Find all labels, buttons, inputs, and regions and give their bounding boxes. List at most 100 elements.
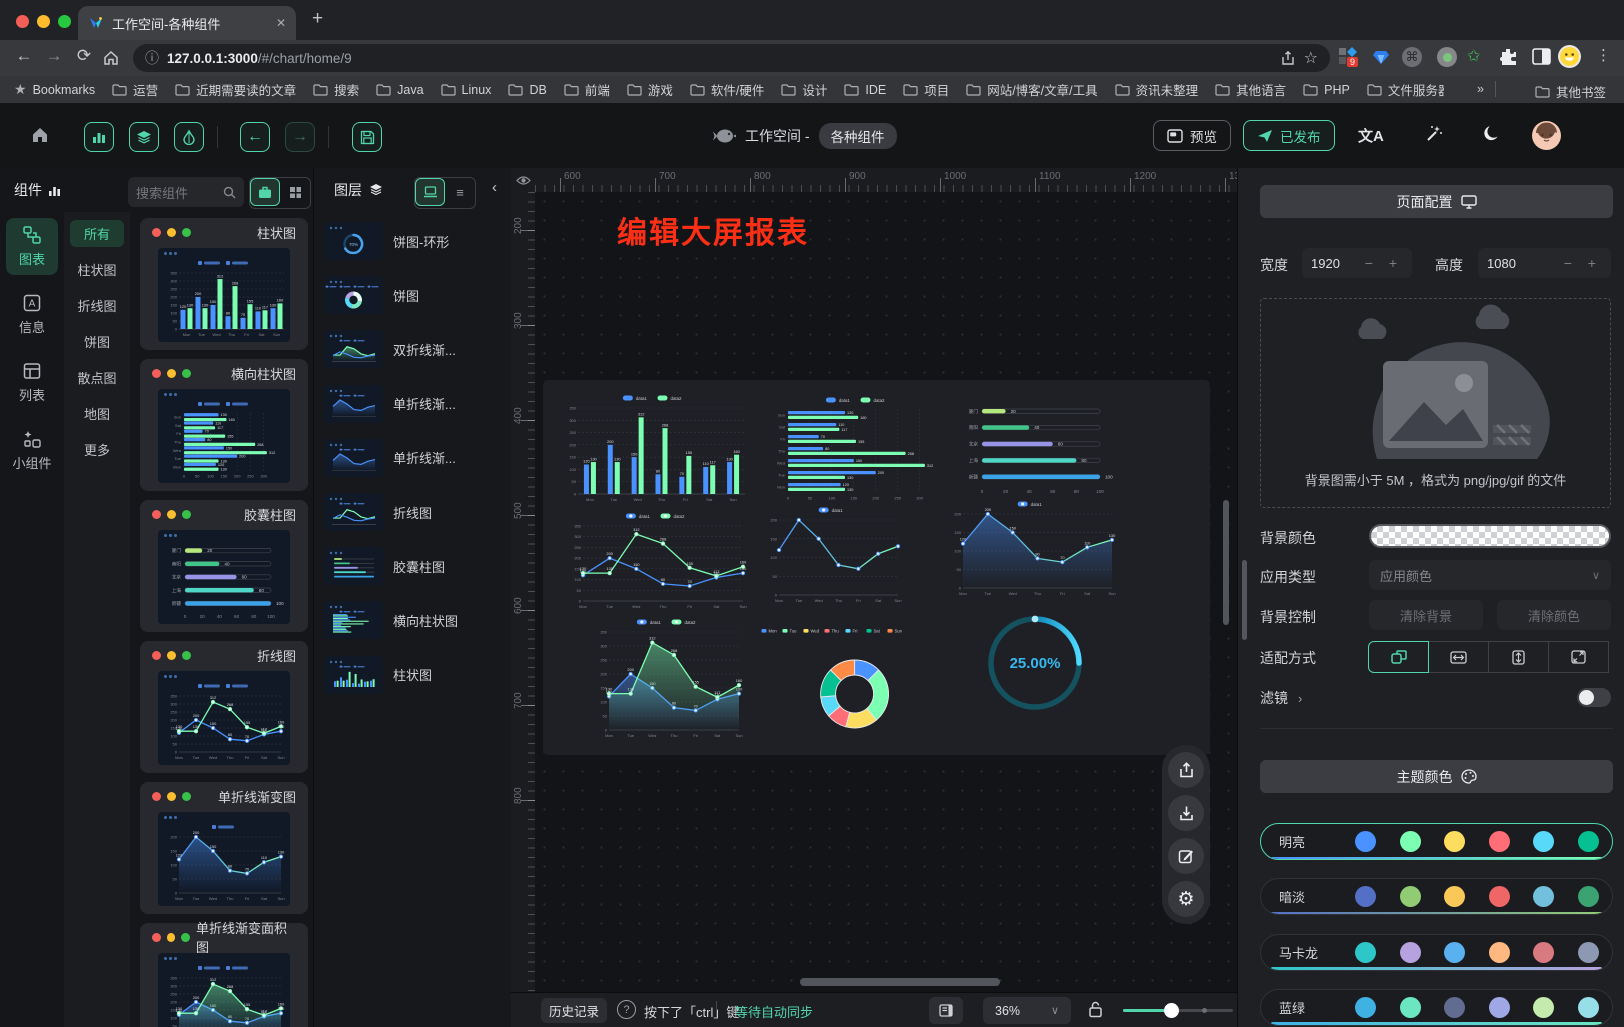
- forward-icon[interactable]: →: [42, 46, 66, 66]
- theme-row-马卡龙[interactable]: 马卡龙: [1260, 934, 1613, 971]
- page-config-header[interactable]: 页面配置: [1260, 185, 1613, 218]
- horizontal-scrollbar[interactable]: [800, 978, 1000, 986]
- progress-ring-chart[interactable]: 25.00%: [980, 608, 1090, 718]
- dual-line-chart[interactable]: data1data2050100150200250300350MonTueWed…: [563, 510, 751, 613]
- bar-chart[interactable]: data1data2050100150200250300350Mon120130…: [558, 392, 750, 506]
- bookmark-folder[interactable]: 运营: [112, 80, 158, 99]
- edit-button[interactable]: [1168, 838, 1204, 874]
- bookmark-star-icon[interactable]: ☆: [1304, 48, 1318, 68]
- extension-gem-icon[interactable]: [1372, 48, 1390, 66]
- bookmark-folder[interactable]: DB: [508, 83, 546, 97]
- bookmarks-overflow-icon[interactable]: »: [1477, 82, 1484, 96]
- theme-row-暗淡[interactable]: 暗淡: [1260, 878, 1613, 915]
- fit-width-button[interactable]: [1428, 641, 1489, 673]
- dark-mode-moon-icon[interactable]: [1482, 124, 1502, 144]
- fit-scale-button[interactable]: [1368, 641, 1429, 673]
- component-card-胶囊柱图[interactable]: 胶囊柱图厦门20南阳40北京60上海80新疆100020406080100: [140, 500, 308, 632]
- settings-button[interactable]: ⚙: [1168, 881, 1204, 917]
- layer-item-饼图[interactable]: 饼图: [324, 272, 502, 318]
- ruler-corner[interactable]: [511, 168, 535, 192]
- sidebar-item-列表[interactable]: 列表: [6, 354, 58, 411]
- undo-button[interactable]: ←: [240, 122, 270, 152]
- drawer-button[interactable]: [929, 997, 963, 1024]
- gradient-line-chart[interactable]: data1050100150200MonTueWedThuFriSatSun12…: [943, 498, 1120, 600]
- bookmark-folder[interactable]: 网站/博客/文章/工具: [966, 80, 1097, 99]
- browser-menu-icon[interactable]: ⋮: [1596, 46, 1611, 64]
- height-stepper[interactable]: − +: [1564, 255, 1602, 271]
- vertical-scrollbar[interactable]: [1223, 500, 1229, 625]
- clear-background-button[interactable]: 清除背景: [1369, 600, 1483, 630]
- theme-row-蓝绿[interactable]: 蓝绿: [1260, 989, 1613, 1026]
- component-card-柱状图[interactable]: 柱状图050100150200250300350Mon120130Tue2001…: [140, 218, 308, 350]
- bookmark-folder[interactable]: 文件服务器: [1367, 80, 1444, 99]
- category-散点图[interactable]: 散点图: [70, 364, 124, 391]
- layers-panel-toggle-button[interactable]: [129, 122, 159, 152]
- layer-item-柱状图[interactable]: 柱状图: [324, 652, 502, 698]
- detail-panel-toggle-button[interactable]: [174, 122, 204, 152]
- profile-avatar[interactable]: [1558, 45, 1581, 68]
- component-card-横向柱状图[interactable]: 横向柱状图050100150200250300Sun130160Sat11011…: [140, 359, 308, 491]
- bg-color-swatch[interactable]: [1369, 524, 1611, 548]
- tab-close-icon[interactable]: ✕: [276, 16, 286, 30]
- panel-scrollbar[interactable]: [1242, 560, 1247, 640]
- horizontal-bar-chart[interactable]: data1data2050100150200250300Sun130160Sat…: [763, 394, 951, 504]
- category-折线图[interactable]: 折线图: [70, 292, 124, 319]
- layer-item-折线图[interactable]: 折线图: [324, 489, 502, 535]
- fit-stretch-button[interactable]: [1548, 641, 1609, 673]
- bookmark-folder[interactable]: 游戏: [627, 80, 673, 99]
- bookmark-folder[interactable]: Java: [376, 83, 423, 97]
- extension-dot-icon[interactable]: [1437, 47, 1457, 67]
- address-bar[interactable]: ⓘ 127.0.0.1:3000/#/chart/home/9 ☆: [133, 44, 1330, 72]
- height-input[interactable]: 1080 − +: [1478, 248, 1611, 278]
- export-button[interactable]: [1168, 752, 1204, 788]
- site-info-icon[interactable]: ⓘ: [145, 48, 159, 68]
- single-line-chart[interactable]: data1050100150200MonTueWedThuFriSatSun: [759, 504, 906, 607]
- category-所有[interactable]: 所有: [70, 220, 124, 247]
- capsule-bar-chart[interactable]: 厦门20南阳40北京60上海80新疆100020406080100: [956, 398, 1118, 498]
- preview-button[interactable]: 预览: [1153, 120, 1231, 151]
- import-button[interactable]: [1168, 795, 1204, 831]
- dashboard-selection[interactable]: data1data2050100150200250300350Mon120130…: [543, 380, 1210, 755]
- redo-button[interactable]: →: [285, 122, 315, 152]
- bookmark-folder[interactable]: 软件/硬件: [690, 80, 764, 99]
- back-icon[interactable]: ←: [12, 46, 36, 66]
- reload-icon[interactable]: ⟳: [72, 46, 96, 66]
- sidebar-item-信息[interactable]: A信息: [6, 286, 58, 343]
- bookmark-folder[interactable]: 前端: [564, 80, 610, 99]
- fit-height-button[interactable]: [1488, 641, 1549, 673]
- bookmark-folder[interactable]: Linux: [441, 83, 492, 97]
- donut-pie-chart[interactable]: MonTueWedThuFriSatSun: [695, 622, 975, 752]
- width-input[interactable]: 1920 − +: [1302, 248, 1412, 278]
- canvas-grid[interactable]: 编辑大屏报表 data1data2050100150200250300350Mo…: [535, 192, 1237, 1027]
- sidebar-item-小组件[interactable]: 小组件: [6, 422, 58, 479]
- collapse-panel-icon[interactable]: ‹: [492, 179, 497, 196]
- clear-color-button[interactable]: 清除颜色: [1497, 600, 1611, 630]
- layer-item-单折线渐...[interactable]: 单折线渐...: [324, 435, 502, 481]
- bookmark-folder[interactable]: PHP: [1303, 83, 1350, 97]
- width-stepper[interactable]: − +: [1365, 255, 1403, 271]
- theme-row-明亮[interactable]: 明亮: [1260, 823, 1613, 860]
- layer-item-横向柱状图[interactable]: 横向柱状图: [324, 597, 502, 643]
- magic-wand-icon[interactable]: [1424, 124, 1444, 144]
- sidebar-toggle-icon[interactable]: [1532, 47, 1551, 66]
- category-饼图[interactable]: 饼图: [70, 328, 124, 355]
- macos-minimize-icon[interactable]: [37, 15, 50, 28]
- theme-color-header[interactable]: 主题颜色: [1260, 760, 1613, 793]
- bookmark-folder[interactable]: 近期需要读的文章: [175, 80, 296, 99]
- save-button[interactable]: [352, 122, 382, 152]
- layers-list-view-button[interactable]: ≡: [445, 178, 475, 206]
- extensions-puzzle-icon[interactable]: [1499, 47, 1518, 66]
- home-icon[interactable]: [102, 49, 120, 67]
- user-avatar[interactable]: [1532, 121, 1561, 150]
- layer-item-双折线渐...[interactable]: 双折线渐...: [324, 326, 502, 372]
- layer-item-单折线渐...[interactable]: 单折线渐...: [324, 381, 502, 427]
- extension-grid-icon[interactable]: 9: [1338, 47, 1358, 67]
- sidebar-item-图表[interactable]: 图表: [6, 218, 58, 275]
- new-tab-button[interactable]: +: [312, 8, 323, 30]
- share-icon[interactable]: [1280, 50, 1296, 67]
- bookmark-folder[interactable]: IDE: [844, 83, 886, 97]
- bookmark-folder[interactable]: 其他语言: [1215, 80, 1286, 99]
- category-地图[interactable]: 地图: [70, 400, 124, 427]
- zoom-select[interactable]: 36% ∨: [983, 997, 1071, 1024]
- category-更多[interactable]: 更多: [70, 436, 124, 463]
